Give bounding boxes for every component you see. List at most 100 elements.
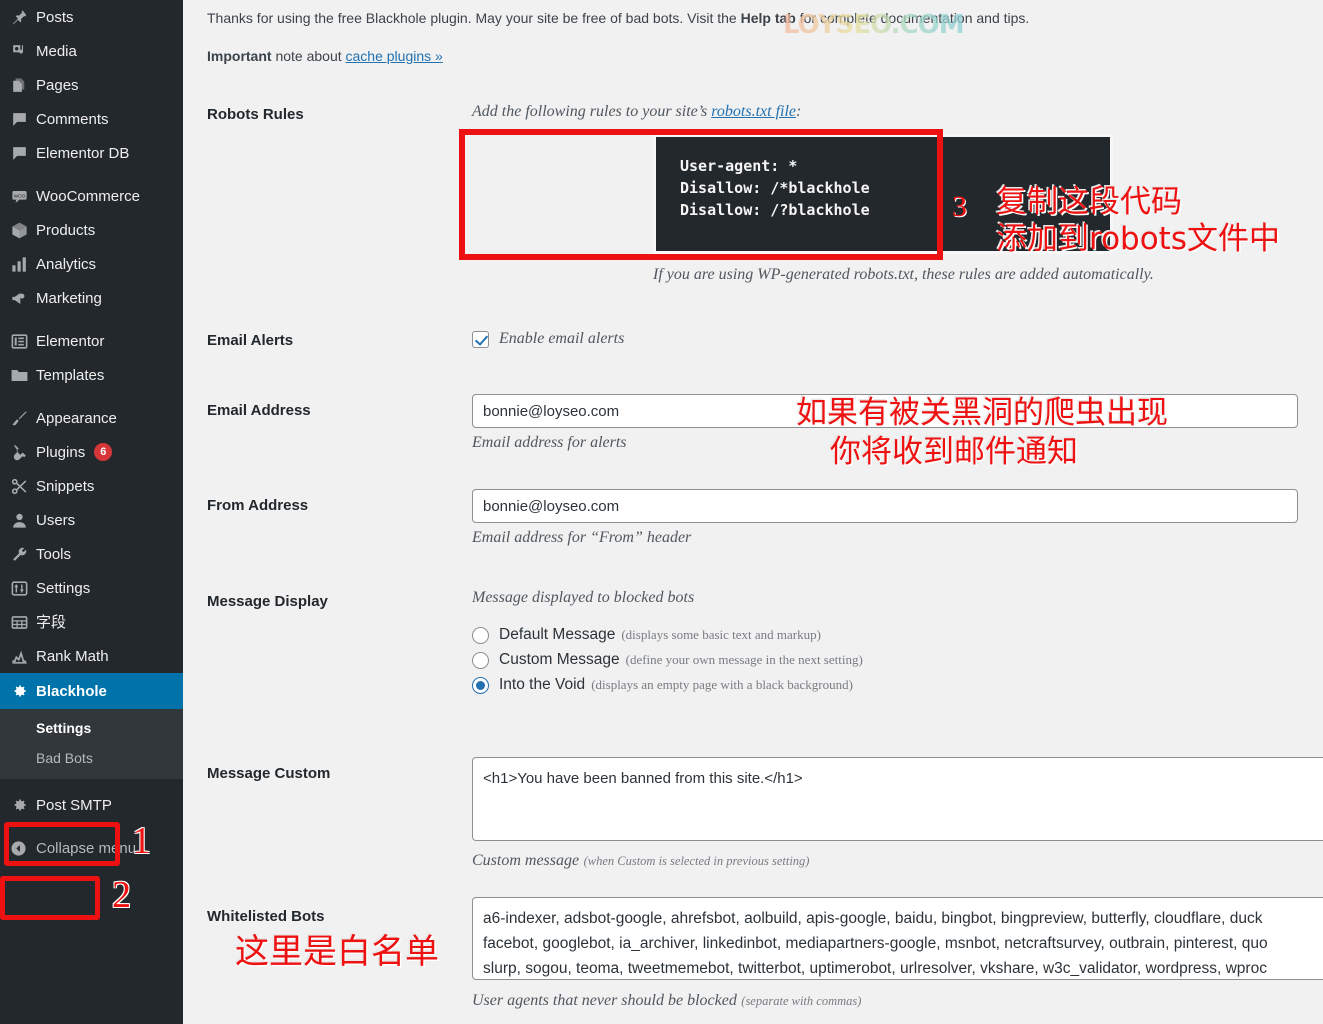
sidebar-item-elementor[interactable]: Elementor bbox=[0, 324, 183, 358]
sidebar-item-label: Rank Math bbox=[36, 647, 109, 665]
user-icon bbox=[10, 510, 36, 530]
sidebar-item-tools[interactable]: Tools bbox=[0, 537, 183, 571]
sidebar-item-label: Comments bbox=[36, 110, 109, 128]
email-address-input[interactable] bbox=[472, 394, 1298, 428]
sidebar-item-products[interactable]: Products bbox=[0, 213, 183, 247]
sliders-icon bbox=[10, 578, 36, 598]
sidebar-item-label: Users bbox=[36, 511, 76, 529]
main-content: Thanks for using the free Blackhole plug… bbox=[183, 0, 1323, 1024]
sidebar-item-label: Marketing bbox=[36, 289, 102, 307]
default-message-label: Default Message bbox=[499, 626, 616, 643]
sidebar-item-post-smtp[interactable]: Post SMTP bbox=[0, 788, 183, 822]
wp-admin-screen: Posts Media Pages Comments Elementor DB WOO Wo… bbox=[0, 0, 1323, 1024]
sidebar-item-blackhole[interactable]: Blackhole bbox=[0, 673, 191, 709]
menu-divider bbox=[0, 779, 183, 788]
sidebar-item-label: Plugins bbox=[36, 443, 86, 461]
menu-divider bbox=[0, 822, 183, 831]
robots-txt-link[interactable]: robots.txt file bbox=[711, 103, 796, 120]
sidebar-item-label: Tools bbox=[36, 545, 72, 563]
svg-text:WOO: WOO bbox=[14, 193, 26, 199]
message-custom-description: Custom message (when Custom is selected … bbox=[472, 852, 1323, 870]
message-display-description: Message displayed to blocked bots bbox=[472, 589, 695, 606]
comments-icon bbox=[10, 143, 36, 163]
sidebar-item-posts[interactable]: Posts bbox=[0, 0, 183, 34]
sidebar-item-label: Snippets bbox=[36, 477, 95, 495]
woo-icon: WOO bbox=[10, 186, 36, 206]
sidebar-item-snippets[interactable]: Snippets bbox=[0, 469, 183, 503]
default-message-radio[interactable] bbox=[472, 626, 489, 644]
option-default-message[interactable]: Default Message (displays some basic tex… bbox=[472, 626, 863, 644]
sidebar-item-rank-math[interactable]: Rank Math bbox=[0, 639, 183, 673]
sidebar-subitem-settings[interactable]: Settings bbox=[0, 713, 183, 743]
sidebar-item-settings[interactable]: Settings bbox=[0, 571, 183, 605]
important-label: Important bbox=[207, 48, 272, 64]
custom-message-radio[interactable] bbox=[472, 651, 489, 669]
admin-sidebar: Posts Media Pages Comments Elementor DB WOO Wo… bbox=[0, 0, 191, 1024]
sidebar-item-[interactable]: 字段 bbox=[0, 605, 183, 639]
robots-intro-suffix: : bbox=[796, 103, 802, 120]
pin-icon bbox=[10, 7, 36, 27]
gear-icon bbox=[10, 681, 36, 701]
whitelisted-bots-description: User agents that never should be blocked… bbox=[472, 992, 1323, 1010]
into-the-void-label: Into the Void bbox=[499, 676, 586, 693]
megaphone-icon bbox=[10, 288, 36, 308]
sidebar-item-label: Products bbox=[36, 221, 96, 239]
whitelisted-bots-textarea[interactable]: a6-indexer, adsbot-google, ahrefsbot, ao… bbox=[472, 897, 1323, 980]
default-message-note: (displays some basic text and markup) bbox=[621, 627, 821, 642]
sidebar-item-label: Pages bbox=[36, 76, 79, 94]
whitelisted-bots-desc-main: User agents that never should be blocked bbox=[472, 992, 737, 1009]
sidebar-item-elementor-db[interactable]: Elementor DB bbox=[0, 136, 183, 170]
bar-chart-icon bbox=[10, 254, 36, 274]
thanks-suffix: for complete documentation and tips. bbox=[795, 10, 1030, 26]
annotation-step-2: 2 bbox=[112, 874, 131, 916]
sidebar-item-analytics[interactable]: Analytics bbox=[0, 247, 183, 281]
wrench-icon bbox=[10, 544, 36, 564]
sidebar-item-users[interactable]: Users bbox=[0, 503, 183, 537]
into-the-void-note: (displays an empty page with a black bac… bbox=[591, 677, 853, 692]
scissors-icon bbox=[10, 476, 36, 496]
thanks-prefix: Thanks for using the free Blackhole plug… bbox=[207, 10, 741, 26]
sidebar-item-marketing[interactable]: Marketing bbox=[0, 281, 183, 315]
sidebar-item-label: Settings bbox=[36, 579, 91, 597]
important-rest: note about bbox=[271, 48, 346, 64]
collapse-menu-button[interactable]: Collapse menu bbox=[0, 831, 183, 865]
sidebar-item-label: Media bbox=[36, 42, 77, 60]
message-custom-desc-note: (when Custom is selected in previous set… bbox=[583, 854, 810, 868]
sidebar-item-label: 字段 bbox=[36, 613, 67, 631]
from-address-description: Email address for “From” header bbox=[472, 529, 692, 546]
help-tab-link[interactable]: Help tab bbox=[741, 10, 796, 26]
message-display-control: Message displayed to blocked bots Defaul… bbox=[472, 589, 863, 701]
collapse-menu-label: Collapse menu bbox=[36, 839, 137, 857]
plugin-thanks-notice: Thanks for using the free Blackhole plug… bbox=[207, 10, 1267, 26]
robots-rules-code-block[interactable]: User-agent: * Disallow: /*blackhole Disa… bbox=[653, 134, 1113, 254]
message-custom-control: <h1>You have been banned from this site.… bbox=[472, 757, 1323, 870]
robots-rules-intro: Add the following rules to your site’s r… bbox=[472, 103, 801, 121]
robots-rules-label: Robots Rules bbox=[207, 106, 304, 123]
box-icon bbox=[10, 220, 36, 240]
sidebar-item-pages[interactable]: Pages bbox=[0, 68, 183, 102]
sidebar-item-appearance[interactable]: Appearance bbox=[0, 401, 183, 435]
from-address-input[interactable] bbox=[472, 489, 1298, 523]
sidebar-item-media[interactable]: Media bbox=[0, 34, 183, 68]
cache-plugins-link[interactable]: cache plugins » bbox=[346, 48, 443, 64]
elementor-icon bbox=[10, 331, 36, 351]
sidebar-item-label: Post SMTP bbox=[36, 796, 112, 814]
whitelisted-bots-desc-note: (separate with commas) bbox=[741, 994, 862, 1008]
into-the-void-radio[interactable] bbox=[472, 676, 489, 694]
sidebar-item-label: Posts bbox=[36, 8, 74, 26]
message-custom-desc-main: Custom message bbox=[472, 852, 580, 869]
option-custom-message[interactable]: Custom Message (define your own message … bbox=[472, 651, 863, 669]
sidebar-item-comments[interactable]: Comments bbox=[0, 102, 183, 136]
plug-icon bbox=[10, 442, 36, 462]
annotation-step-1: 1 bbox=[132, 820, 151, 862]
message-custom-textarea[interactable]: <h1>You have been banned from this site.… bbox=[472, 757, 1323, 841]
sidebar-item-templates[interactable]: Templates bbox=[0, 358, 183, 392]
sidebar-subitem-bad-bots[interactable]: Bad Bots bbox=[0, 743, 183, 773]
email-address-control: Email address for alerts bbox=[472, 394, 1298, 452]
whitelisted-bots-control: a6-indexer, adsbot-google, ahrefsbot, ao… bbox=[472, 897, 1323, 1010]
sidebar-item-plugins[interactable]: Plugins 6 bbox=[0, 435, 183, 469]
enable-email-alerts-checkbox[interactable] bbox=[472, 330, 489, 348]
robots-intro-prefix: Add the following rules to your site’s bbox=[472, 103, 712, 120]
option-into-the-void[interactable]: Into the Void (displays an empty page wi… bbox=[472, 676, 863, 694]
sidebar-item-woocommerce[interactable]: WOO WooCommerce bbox=[0, 179, 183, 213]
